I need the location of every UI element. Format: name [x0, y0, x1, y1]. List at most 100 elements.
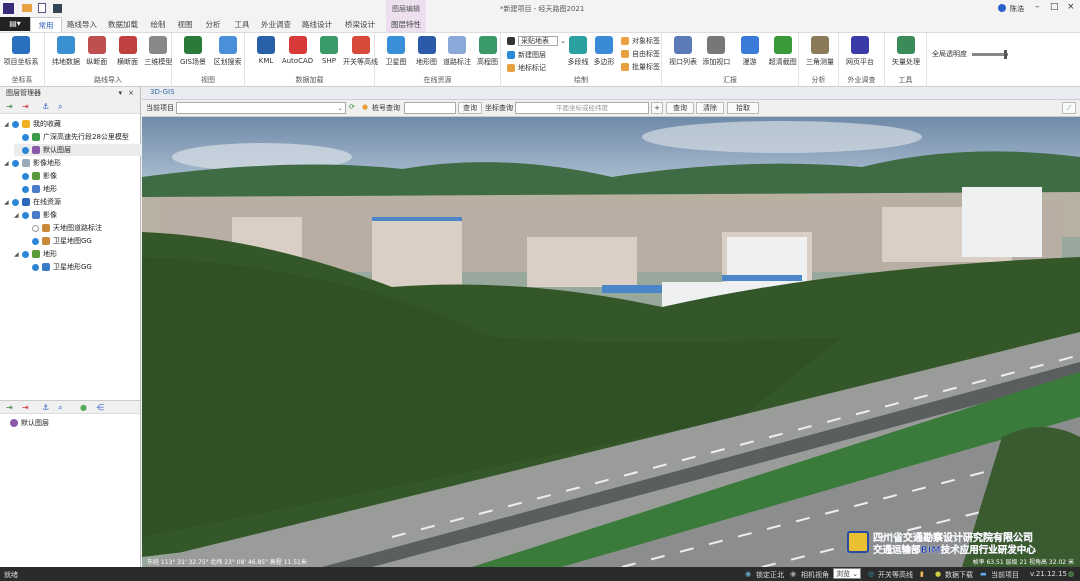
share-icon[interactable]: ⋲ — [96, 403, 104, 412]
ribbon-button-6-3[interactable]: 超清截图 — [764, 35, 802, 67]
label-button-0[interactable]: 对象标签 — [621, 36, 660, 46]
coord-add-button[interactable]: + — [651, 102, 663, 114]
remove-layer-icon[interactable]: ⇥ — [22, 403, 29, 412]
layer-tree-item[interactable]: 卫星地图GG — [24, 235, 92, 247]
visibility-icon[interactable] — [32, 237, 39, 245]
maximize-button[interactable]: □ — [1050, 2, 1059, 12]
tab-6[interactable]: 工具 — [230, 17, 254, 32]
book-icon[interactable]: ▮ — [920, 570, 924, 578]
visibility-icon[interactable] — [22, 211, 29, 219]
tab-7[interactable]: 外业调查 — [258, 17, 294, 32]
coord-input[interactable]: 平面坐标或经纬度 — [515, 102, 649, 114]
ribbon-button-9-0[interactable]: 矢量处理 — [887, 35, 925, 67]
expand-icon[interactable]: ◢ — [14, 249, 22, 261]
ribbon-group-label: 在线资源 — [423, 76, 452, 84]
tab-3d-gis[interactable]: 3D-GIS — [150, 88, 175, 96]
current-project-button[interactable]: 当前项目 — [991, 570, 1019, 580]
ribbon-button-5-1[interactable]: 多边形 — [591, 35, 617, 67]
visibility-icon[interactable] — [32, 224, 39, 232]
clear-button[interactable]: 清除 — [696, 102, 724, 114]
expand-icon[interactable]: ◢ — [4, 158, 12, 170]
tab-3[interactable]: 绘制 — [146, 17, 170, 32]
ribbon-button-3-3[interactable]: 开关等高线 — [342, 35, 380, 67]
add-layer-icon[interactable]: ⇥ — [6, 102, 13, 111]
layer-tree-item[interactable]: ◢ 影像地形 — [4, 157, 61, 169]
tab-10[interactable]: 图层特性 — [386, 17, 426, 32]
layer-tree-item[interactable]: 影像 — [14, 170, 57, 182]
anchor-icon[interactable]: ⚓ — [42, 403, 49, 412]
visibility-icon[interactable] — [22, 250, 29, 258]
globe-icon[interactable]: ◍ — [1068, 570, 1074, 578]
tab-9[interactable]: 桥梁设计 — [340, 17, 380, 32]
pin-icon[interactable]: ▾ — [118, 87, 122, 100]
ribbon-button-7-0[interactable]: 三角测量 — [801, 35, 839, 67]
draw-mode-select[interactable]: 采贴地表 ⌄ — [507, 36, 566, 46]
label-button-1[interactable]: 自由标签 — [621, 49, 660, 59]
layer-tree-item[interactable]: 默认图层 — [14, 144, 141, 156]
tab-4[interactable]: 视图 — [173, 17, 197, 32]
station-input[interactable] — [404, 102, 456, 114]
project-select[interactable]: ⌄ — [176, 102, 346, 114]
data-download-button[interactable]: 数据下载 — [945, 570, 973, 580]
add-layer-icon[interactable]: ⇥ — [6, 403, 13, 412]
camera-mode-select[interactable]: 浏览 ⌄ — [833, 568, 862, 579]
tab-2[interactable]: 数据加载 — [103, 17, 143, 32]
visibility-icon[interactable] — [22, 133, 29, 141]
label-button-2[interactable]: 批量标签 — [621, 62, 660, 72]
user-name[interactable]: 陈浩 — [1010, 4, 1024, 14]
visibility-icon[interactable] — [12, 120, 19, 128]
layer-tree-item[interactable]: ◢ 我的收藏 — [4, 118, 61, 130]
contour-toggle[interactable]: 开关等高线 — [878, 570, 913, 580]
coord-query-button[interactable]: 查询 — [666, 102, 694, 114]
tab-8[interactable]: 路线设计 — [298, 17, 336, 32]
refresh-icon[interactable]: ● — [80, 403, 87, 412]
ribbon-small-button-0[interactable]: 新建图层 — [507, 50, 546, 60]
ribbon-button-5-0[interactable]: 多段线 — [565, 35, 591, 67]
expand-icon[interactable]: ◢ — [4, 119, 12, 131]
visibility-icon[interactable] — [12, 198, 19, 206]
ribbon-button-label: 超清截图 — [768, 58, 797, 66]
pick-tool-icon[interactable]: ⟋ — [1062, 102, 1076, 114]
panel-close-icon[interactable]: × — [128, 87, 134, 100]
layer-tree-item[interactable]: ◢ 地形 — [14, 248, 57, 260]
open-icon[interactable] — [22, 4, 32, 12]
search-icon[interactable]: ⌕ — [58, 403, 62, 413]
tab-5[interactable]: 分析 — [200, 17, 226, 32]
layer-tree-item[interactable]: ◢ 在线资源 — [4, 196, 61, 208]
ribbon-button-0-0[interactable]: 项目坐标系 — [2, 35, 40, 67]
visibility-icon[interactable] — [22, 185, 29, 193]
layer-item[interactable]: 默认图层 — [10, 417, 49, 429]
user-avatar-icon[interactable] — [998, 4, 1006, 12]
new-icon[interactable] — [38, 3, 46, 13]
expand-icon[interactable]: ◢ — [4, 197, 12, 209]
layer-tree-item[interactable]: 卫星地形GG — [24, 261, 92, 273]
transparency-slider[interactable] — [972, 50, 1008, 59]
3d-scene-viewport[interactable]: 四川省交通勘察设计研究院有限公司 交通运输部BIM技术应用行业研发中心 东经 1… — [142, 117, 1080, 567]
anchor-icon[interactable]: ⚓ — [42, 102, 49, 111]
station-query-button[interactable]: 查询 — [458, 102, 482, 114]
lock-north-toggle[interactable]: 锁定正北 — [756, 570, 784, 580]
visibility-icon[interactable] — [22, 172, 29, 180]
visibility-icon[interactable] — [12, 159, 19, 167]
close-button[interactable]: × — [1067, 2, 1075, 12]
refresh-icon[interactable]: ⟳ — [349, 103, 355, 111]
layer-tree-item[interactable]: 广深高速先行段28公里模型 — [14, 131, 129, 143]
remove-layer-icon[interactable]: ⇥ — [22, 102, 29, 111]
layer-tree-item[interactable]: 地形 — [14, 183, 57, 195]
minimize-button[interactable]: – — [1035, 2, 1040, 12]
save-icon[interactable] — [53, 4, 62, 13]
pick-button[interactable]: 拾取 — [727, 102, 759, 114]
transparency-slider-thumb[interactable] — [1004, 50, 1008, 59]
visibility-icon[interactable] — [32, 263, 39, 271]
visibility-icon[interactable] — [22, 146, 29, 154]
ribbon-small-button-1[interactable]: 地标标记 — [507, 63, 546, 73]
expand-icon[interactable]: ◢ — [14, 210, 22, 222]
tab-0[interactable]: 常用 — [30, 17, 62, 32]
search-icon[interactable]: ⌕ — [58, 102, 62, 112]
layer-tree-item[interactable]: ◢ 影像 — [14, 209, 57, 221]
tab-1[interactable]: 路线导入 — [64, 17, 100, 32]
layer-tree-item[interactable]: 天地图道路标注 — [24, 222, 102, 234]
ribbon-button-8-0[interactable]: 网页平台 — [841, 35, 879, 67]
ribbon-button-2-0[interactable]: GIS场景 — [174, 35, 212, 67]
ribbon-button-2-1[interactable]: 区划搜索 — [209, 35, 247, 67]
